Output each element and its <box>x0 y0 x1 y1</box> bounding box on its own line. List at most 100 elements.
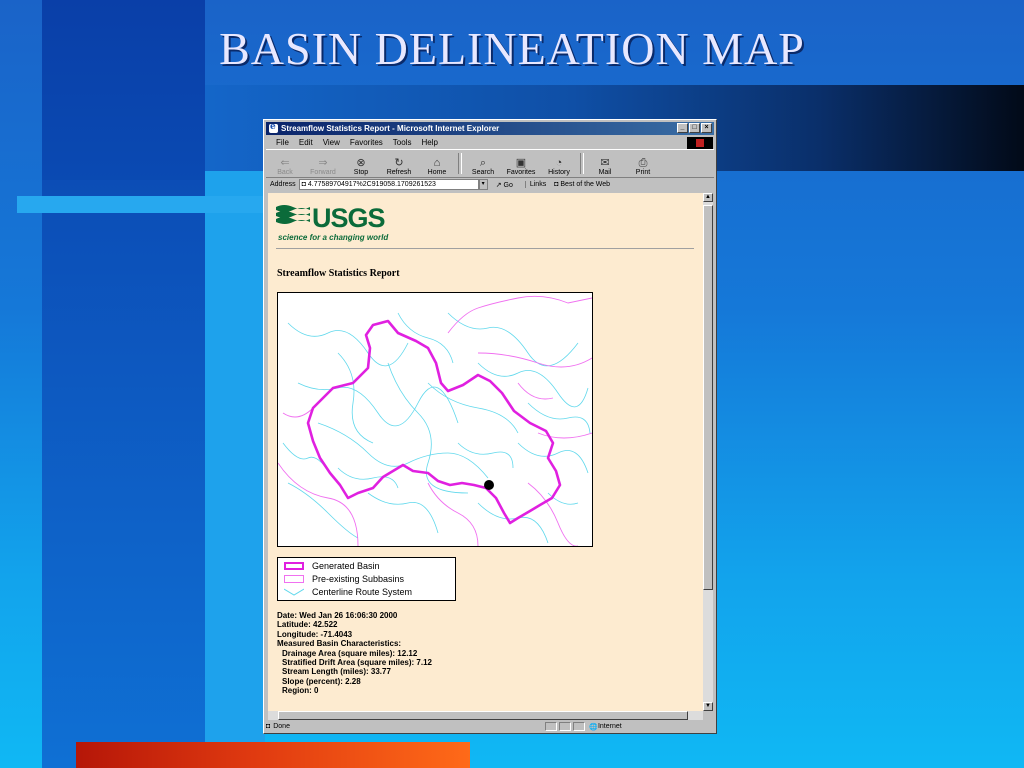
menu-help[interactable]: Help <box>421 138 437 147</box>
print-label: Print <box>635 169 651 176</box>
refresh-label: Refresh <box>386 169 412 176</box>
basin-statistics: Date: Wed Jan 26 16:06:30 2000 Latitude:… <box>277 611 432 696</box>
stream-network <box>282 312 591 544</box>
browser-window: Streamflow Statistics Report - Microsoft… <box>263 119 717 734</box>
menu-edit[interactable]: Edit <box>299 138 313 147</box>
stop-button[interactable]: ⊗ Stop <box>342 150 380 177</box>
menu-tools[interactable]: Tools <box>393 138 412 147</box>
back-button[interactable]: ⇐ Back <box>266 150 304 177</box>
address-dropdown-button[interactable]: ▾ <box>478 179 488 190</box>
map-legend: Generated Basin Pre-existing Subbasins C… <box>277 557 456 601</box>
address-label: Address <box>270 181 296 188</box>
horizontal-rule <box>276 248 694 249</box>
stat-drainage-area: Drainage Area (square miles): 12.12 <box>282 648 418 658</box>
search-label: Search <box>471 169 495 176</box>
favorites-label: Favorites <box>506 169 536 176</box>
scroll-up-arrow[interactable]: ▲ <box>703 193 713 202</box>
stat-slope: Slope (percent): 2.28 <box>282 676 361 686</box>
legend-item: Generated Basin <box>284 560 380 572</box>
print-button[interactable]: ⎙ Print <box>624 150 662 177</box>
zone-label: Internet <box>597 723 622 730</box>
legend-item: Centerline Route System <box>284 586 412 598</box>
address-input[interactable]: ◘ 4.77589704917%2C919058.1709261523 <box>298 179 479 190</box>
usgs-logo: USGS science for a changing world <box>276 203 388 242</box>
internet-explorer-icon <box>269 122 278 133</box>
menu-bar: File Edit View Favorites Tools Help <box>266 136 714 150</box>
back-label: Back <box>277 169 293 176</box>
home-button[interactable]: ⌂ Home <box>418 150 456 177</box>
maximize-button[interactable]: □ <box>689 123 700 133</box>
status-cell <box>559 722 572 731</box>
mail-icon: ✉ <box>600 157 610 169</box>
refresh-icon: ↻ <box>394 157 404 169</box>
home-icon: ⌂ <box>433 157 441 169</box>
vertical-scrollbar[interactable]: ▲ ▼ <box>703 193 713 711</box>
vertical-scroll-thumb[interactable] <box>703 205 713 590</box>
legend-label: Generated Basin <box>312 561 380 571</box>
history-label: History <box>548 169 570 176</box>
globe-icon: 🌐 <box>589 723 598 731</box>
status-bar: ◘ Done 🌐 Internet <box>266 721 714 732</box>
slide-title: BASIN DELINEATION MAP <box>219 23 805 74</box>
standard-toolbar: ⇐ Back ⇒ Forward ⊗ Stop ↻ Refresh ⌂ Home ⌕ Sea… <box>266 150 714 178</box>
horizontal-scroll-thumb[interactable] <box>278 711 688 720</box>
toolbar-separator <box>580 153 584 174</box>
stat-stream-length: Stream Length (miles): 33.77 <box>282 667 391 677</box>
menu-file[interactable]: File <box>276 138 289 147</box>
menu-favorites[interactable]: Favorites <box>350 138 383 147</box>
best-of-web-link[interactable]: ◘ Best of the Web <box>554 181 610 188</box>
page-done-icon: ◘ <box>266 723 271 730</box>
legend-label: Centerline Route System <box>312 587 413 597</box>
search-button[interactable]: ⌕ Search <box>464 150 502 177</box>
search-icon: ⌕ <box>479 157 487 169</box>
subbasin-swatch <box>284 575 304 583</box>
pre-existing-subbasins <box>278 295 592 546</box>
stat-heading: Measured Basin Characteristics: <box>277 639 402 649</box>
status-cell <box>573 722 586 731</box>
report-title: Streamflow Statistics Report <box>277 268 400 279</box>
history-icon: ◔ <box>555 157 563 169</box>
address-bar: Address ◘ 4.77589704917%2C919058.1709261… <box>266 178 714 191</box>
links-button[interactable]: Links <box>524 181 546 188</box>
scroll-down-arrow[interactable]: ▼ <box>703 702 713 711</box>
usgs-wave-icon <box>276 205 310 224</box>
history-button[interactable]: ◔ History <box>540 150 578 177</box>
go-label: Go <box>503 181 513 189</box>
best-of-web-label: Best of the Web <box>560 181 611 188</box>
stat-date: Date: Wed Jan 26 16:06:30 2000 <box>277 611 398 620</box>
page-content: USGS science for a changing world Stream… <box>268 193 703 711</box>
back-arrow-icon: ⇐ <box>280 157 290 169</box>
mail-button[interactable]: ✉ Mail <box>586 150 624 177</box>
stop-icon: ⊗ <box>356 157 366 169</box>
stat-region: Region: 0 <box>282 686 319 696</box>
status-text: Done <box>273 723 290 730</box>
print-icon: ⎙ <box>638 157 648 169</box>
address-value: 4.77589704917%2C919058.1709261523 <box>307 181 436 188</box>
menu-view[interactable]: View <box>323 138 340 147</box>
legend-item: Pre-existing Subbasins <box>284 573 404 585</box>
toolbar-separator <box>458 153 462 174</box>
decorative-light-strip <box>17 196 267 213</box>
refresh-button[interactable]: ↻ Refresh <box>380 150 418 177</box>
decorative-light-block <box>205 171 265 768</box>
window-titlebar[interactable]: Streamflow Statistics Report - Microsoft… <box>266 122 714 135</box>
security-zone: 🌐 Internet <box>589 723 621 731</box>
horizontal-scrollbar[interactable] <box>268 711 703 720</box>
basin-map[interactable] <box>277 292 593 547</box>
basin-map-graphic <box>278 295 592 546</box>
go-button[interactable]: ↗ Go <box>496 181 513 189</box>
mail-label: Mail <box>598 169 612 176</box>
forward-button[interactable]: ⇒ Forward <box>304 150 342 177</box>
status-cell <box>545 722 558 731</box>
go-arrow-icon: ↗ <box>495 181 502 189</box>
generated-basin-swatch <box>284 562 304 570</box>
favorites-button[interactable]: ▣ Favorites <box>502 150 540 177</box>
decorative-left-band-lower <box>42 180 205 768</box>
stat-stratified-drift: Stratified Drift Area (square miles): 7.… <box>282 658 432 668</box>
centerline-swatch <box>284 588 304 596</box>
close-button[interactable]: × <box>701 123 712 133</box>
stop-label: Stop <box>353 169 369 176</box>
minimize-button[interactable]: _ <box>677 123 688 133</box>
windows-logo-icon <box>687 137 713 149</box>
forward-arrow-icon: ⇒ <box>318 157 328 169</box>
